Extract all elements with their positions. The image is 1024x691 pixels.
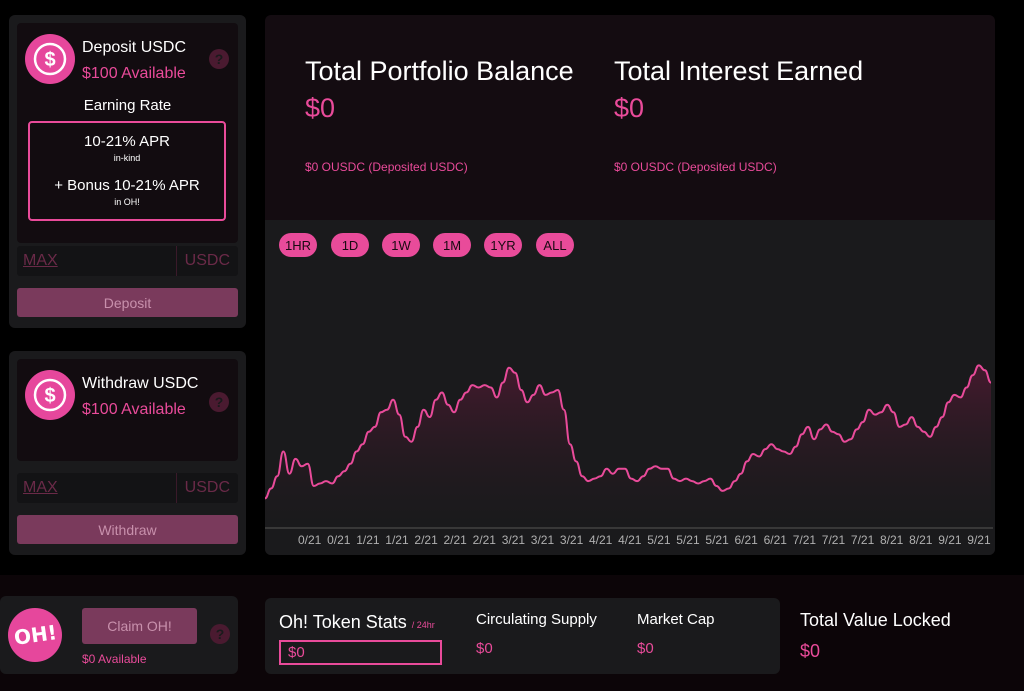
x-tick-label: 2/21	[414, 533, 438, 547]
oh-logo-icon: OH!	[8, 608, 62, 662]
x-tick-label: 3/21	[530, 533, 555, 547]
range-1d-button[interactable]: 1D	[331, 233, 369, 257]
token-stats-panel: Oh! Token Stats / 24hr $0 Circulating Su…	[265, 598, 780, 674]
apr-bonus: + Bonus 10-21% APR	[54, 177, 200, 194]
market-cap-value: $0	[637, 640, 654, 657]
apr-bonus-sub: in OH!	[114, 197, 140, 207]
x-tick-label: 4/21	[589, 533, 613, 547]
x-tick-label: 5/21	[676, 533, 700, 547]
portfolio-balance-sub: $0 OUSDC (Deposited USDC)	[305, 160, 468, 174]
x-tick-label: 6/21	[734, 533, 758, 547]
withdraw-max-link[interactable]: MAX	[17, 479, 176, 497]
range-1w-button[interactable]: 1W	[382, 233, 420, 257]
x-tick-label: 2/21	[472, 533, 496, 547]
claim-panel: OH! Claim OH! $0 Available ?	[0, 596, 238, 674]
x-tick-label: 6/21	[763, 533, 787, 547]
balance-chart	[265, 364, 993, 529]
claim-available: $0 Available	[82, 652, 147, 666]
circ-supply-label: Circulating Supply	[476, 611, 597, 628]
svg-text:$: $	[44, 385, 55, 407]
chart-area-fill	[265, 365, 991, 528]
x-tick-label: 8/21	[880, 533, 904, 547]
apr-box: 10-21% APR in-kind + Bonus 10-21% APR in…	[28, 121, 226, 221]
x-tick-label: 2/21	[443, 533, 467, 547]
interest-earned-sub: $0 OUSDC (Deposited USDC)	[614, 160, 777, 174]
claim-oh-button[interactable]: Claim OH!	[82, 608, 197, 644]
x-tick-label: 5/21	[647, 533, 671, 547]
x-tick-label: 7/21	[792, 533, 817, 547]
deposit-button[interactable]: Deposit	[17, 288, 238, 317]
withdraw-button[interactable]: Withdraw	[17, 515, 238, 544]
x-tick-label: 4/21	[618, 533, 642, 547]
portfolio-balance-value: $0	[305, 93, 336, 123]
x-tick-label: 3/21	[501, 533, 526, 547]
range-1m-button[interactable]: 1M	[433, 233, 471, 257]
oh-logo-text: OH!	[12, 620, 58, 650]
interest-earned-value: $0	[614, 93, 645, 123]
token-stats-period: / 24hr	[411, 620, 435, 630]
usdc-logo-icon: $	[25, 370, 75, 420]
x-tick-label: 0/21	[298, 533, 322, 547]
usdc-logo-icon: $	[25, 34, 75, 84]
token-price-box: $0	[279, 640, 442, 665]
help-icon[interactable]: ?	[209, 392, 229, 412]
range-1yr-button[interactable]: 1YR	[484, 233, 522, 257]
x-tick-label: 3/21	[559, 533, 584, 547]
deposit-amount-field[interactable]: MAX USDC	[17, 246, 238, 276]
svg-text:$: $	[44, 49, 55, 71]
withdraw-title: Withdraw USDC	[82, 375, 199, 392]
tvl-label: Total Value Locked	[800, 610, 951, 630]
tvl-value: $0	[800, 641, 821, 661]
x-tick-label: 0/21	[327, 533, 351, 547]
x-tick-label: 9/21	[938, 533, 962, 547]
token-stats-title-text: Oh! Token Stats	[279, 612, 407, 632]
market-cap-label: Market Cap	[637, 611, 715, 628]
deposit-panel: $ Deposit USDC $100 Available ? Earning …	[9, 15, 246, 328]
withdraw-panel: $ Withdraw USDC $100 Available ? MAX USD…	[9, 351, 246, 555]
interest-earned-label: Total Interest Earned	[614, 56, 864, 86]
deposit-unit: USDC	[175, 246, 238, 276]
withdraw-available: $100 Available	[82, 401, 186, 418]
token-stats-title: Oh! Token Stats / 24hr	[279, 612, 435, 633]
deposit-title: Deposit USDC	[82, 39, 187, 56]
apr-main: 10-21% APR	[84, 133, 170, 150]
x-tick-label: 8/21	[909, 533, 933, 547]
apr-main-sub: in-kind	[113, 153, 141, 163]
deposit-max-link[interactable]: MAX	[17, 252, 176, 270]
x-tick-label: 7/21	[821, 533, 846, 547]
token-price-value: $0	[288, 644, 305, 661]
portfolio-balance-label: Total Portfolio Balance	[305, 56, 574, 86]
circ-supply-value: $0	[476, 640, 493, 657]
earning-rate-label: Earning Rate	[83, 97, 172, 114]
withdraw-amount-field[interactable]: MAX USDC	[17, 473, 238, 503]
x-tick-label: 5/21	[705, 533, 729, 547]
withdraw-unit: USDC	[175, 473, 238, 503]
range-all-button[interactable]: ALL	[536, 233, 574, 257]
x-tick-label: 1/21	[356, 533, 380, 547]
x-tick-label: 1/21	[385, 533, 409, 547]
range-1hr-button[interactable]: 1HR	[279, 233, 317, 257]
help-icon[interactable]: ?	[210, 624, 230, 644]
deposit-available: $100 Available	[82, 65, 186, 82]
help-icon[interactable]: ?	[209, 49, 229, 69]
x-tick-label: 9/21	[967, 533, 991, 547]
x-tick-label: 7/21	[850, 533, 875, 547]
